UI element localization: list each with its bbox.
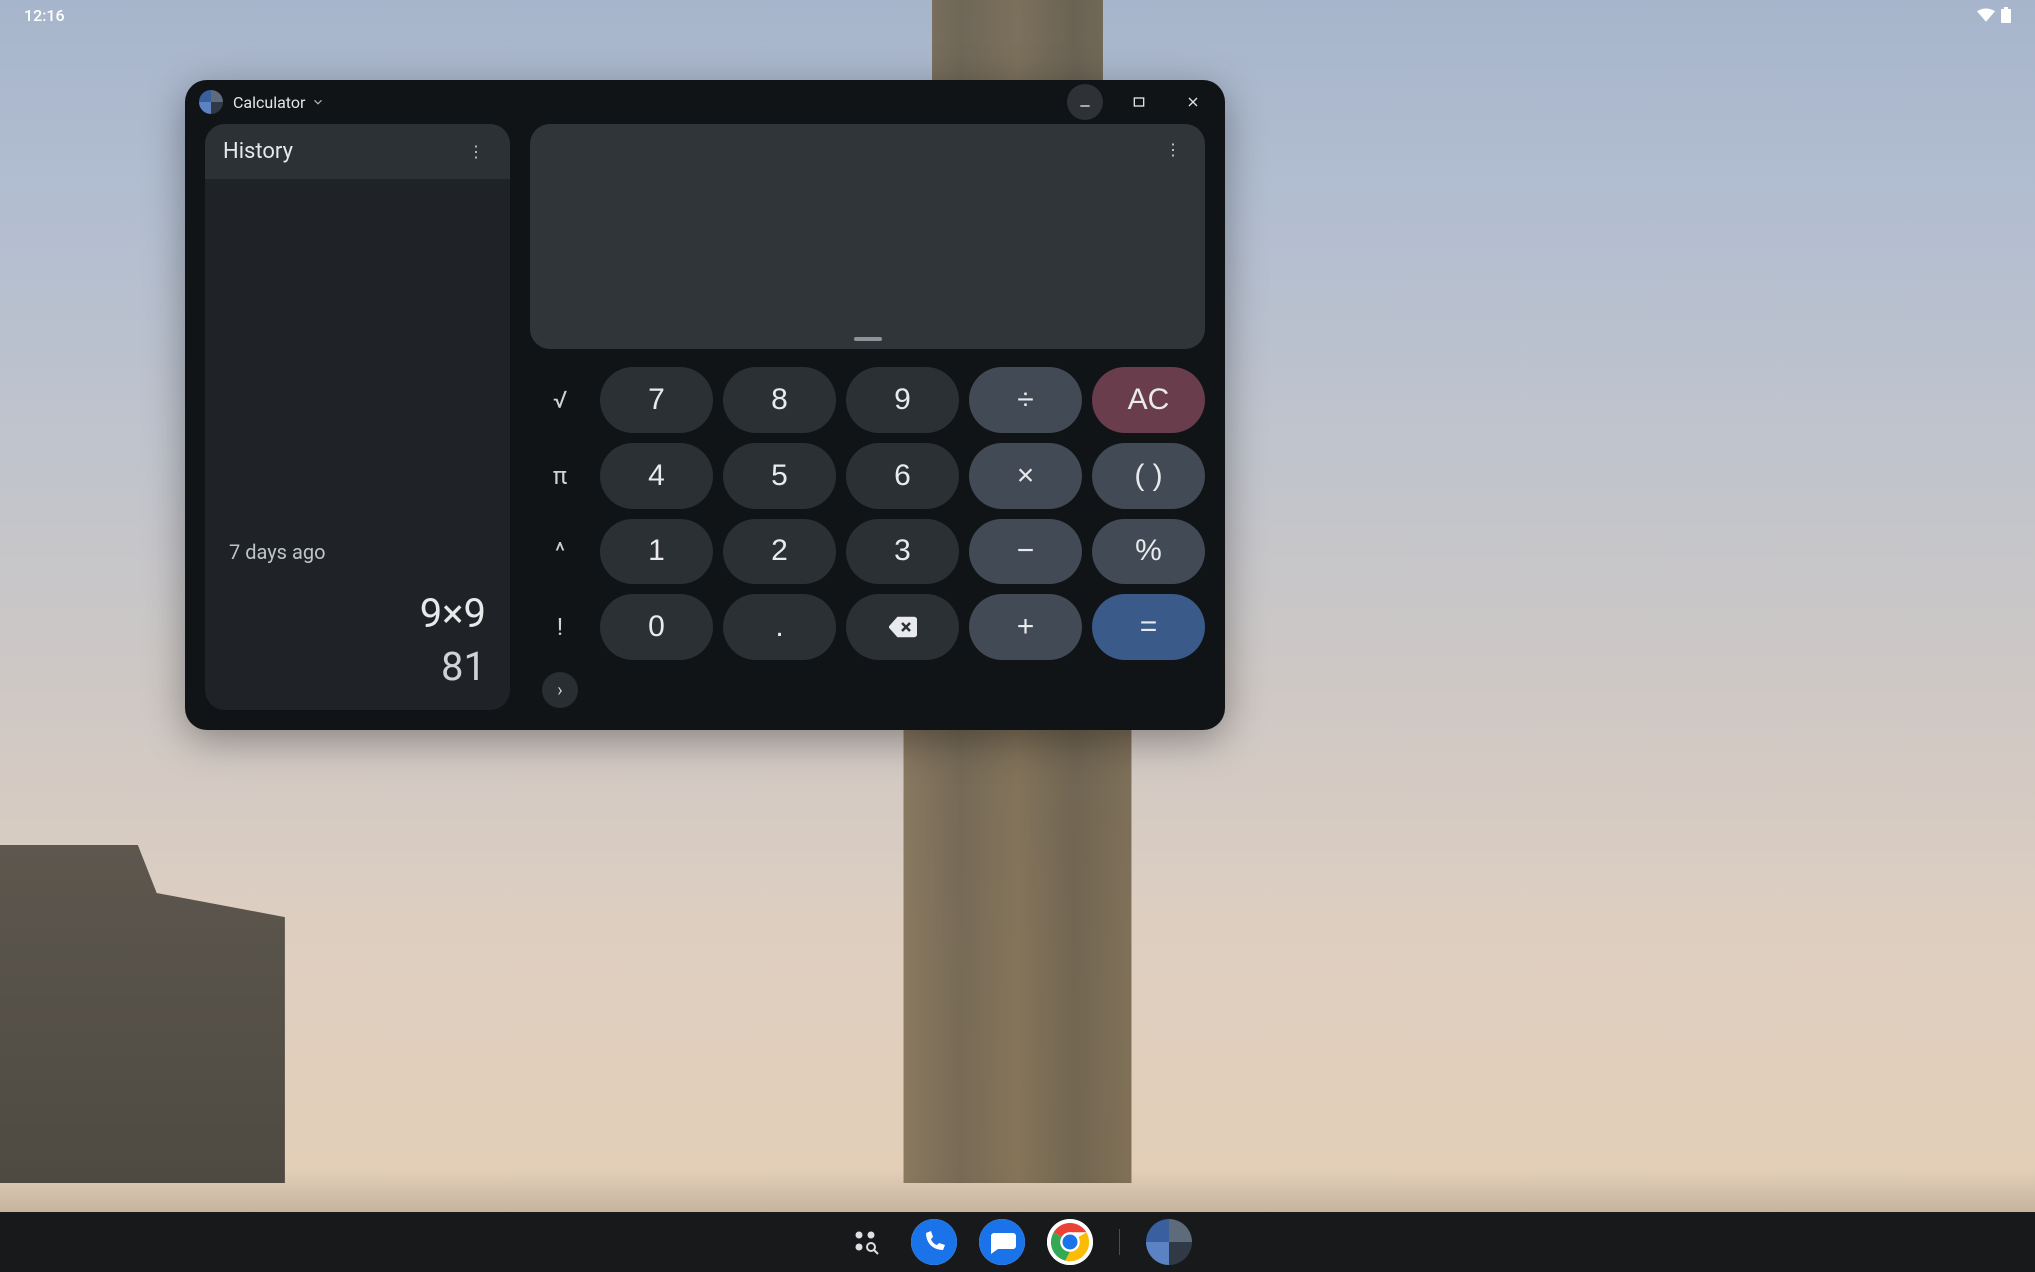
add-button[interactable]: + <box>969 594 1082 660</box>
close-button[interactable] <box>1175 84 1211 120</box>
wifi-icon <box>1977 8 1995 22</box>
digit-8-button[interactable]: 8 <box>723 367 836 433</box>
taskbar-chrome-app[interactable] <box>1047 1219 1093 1265</box>
phone-icon <box>911 1219 957 1265</box>
digit-4-button[interactable]: 4 <box>600 443 713 509</box>
history-title: History <box>223 139 293 164</box>
status-bar: 12:16 <box>0 0 2035 30</box>
decimal-point-button[interactable]: . <box>723 594 836 660</box>
history-expression[interactable]: 9×9 <box>229 590 486 637</box>
digit-6-button[interactable]: 6 <box>846 443 959 509</box>
all-clear-button[interactable]: AC <box>1092 367 1205 433</box>
history-panel: History ⋮ 7 days ago 9×9 81 <box>205 124 510 710</box>
digit-5-button[interactable]: 5 <box>723 443 836 509</box>
history-result[interactable]: 81 <box>229 643 486 690</box>
taskbar-launcher-button[interactable] <box>843 1219 889 1265</box>
chevron-down-icon[interactable] <box>311 95 325 109</box>
display-drag-handle[interactable] <box>854 337 882 341</box>
calc-display[interactable]: ⋮ <box>530 124 1205 349</box>
chrome-icon <box>1047 1219 1093 1265</box>
divide-button[interactable]: ÷ <box>969 367 1082 433</box>
history-age-label: 7 days ago <box>229 540 486 564</box>
backspace-button[interactable] <box>846 594 959 660</box>
window-title[interactable]: Calculator <box>233 93 305 112</box>
taskbar-messages-app[interactable] <box>979 1219 1025 1265</box>
power-button[interactable]: ^ <box>530 519 590 585</box>
status-time: 12:16 <box>24 6 65 25</box>
messages-icon <box>979 1219 1025 1265</box>
taskbar-phone-app[interactable] <box>911 1219 957 1265</box>
keypad: √ 7 8 9 ÷ AC π 4 5 6 × ( ) ^ 1 2 3 − % <box>530 367 1205 710</box>
sqrt-button[interactable]: √ <box>530 367 590 433</box>
percent-button[interactable]: % <box>1092 519 1205 585</box>
history-menu-button[interactable]: ⋮ <box>460 138 492 165</box>
taskbar-calculator-app[interactable] <box>1146 1219 1192 1265</box>
display-menu-button[interactable]: ⋮ <box>1157 136 1189 163</box>
digit-1-button[interactable]: 1 <box>600 519 713 585</box>
expand-scientific-button[interactable]: › <box>542 672 578 708</box>
digit-9-button[interactable]: 9 <box>846 367 959 433</box>
minimize-button[interactable] <box>1067 84 1103 120</box>
calculator-app-icon <box>199 90 223 114</box>
digit-2-button[interactable]: 2 <box>723 519 836 585</box>
battery-icon <box>2001 7 2011 23</box>
digit-7-button[interactable]: 7 <box>600 367 713 433</box>
taskbar-separator <box>1119 1229 1120 1255</box>
parentheses-button[interactable]: ( ) <box>1092 443 1205 509</box>
equals-button[interactable]: = <box>1092 594 1205 660</box>
launcher-icon <box>853 1229 879 1255</box>
taskbar <box>0 1212 2035 1272</box>
digit-0-button[interactable]: 0 <box>600 594 713 660</box>
subtract-button[interactable]: − <box>969 519 1082 585</box>
calculator-window: Calculator History ⋮ 7 days ago 9×9 81 <box>185 80 1225 730</box>
backspace-icon <box>889 616 917 638</box>
factorial-button[interactable]: ! <box>530 594 590 660</box>
multiply-button[interactable]: × <box>969 443 1082 509</box>
digit-3-button[interactable]: 3 <box>846 519 959 585</box>
maximize-button[interactable] <box>1121 84 1157 120</box>
window-titlebar: Calculator <box>185 80 1225 124</box>
pi-button[interactable]: π <box>530 443 590 509</box>
